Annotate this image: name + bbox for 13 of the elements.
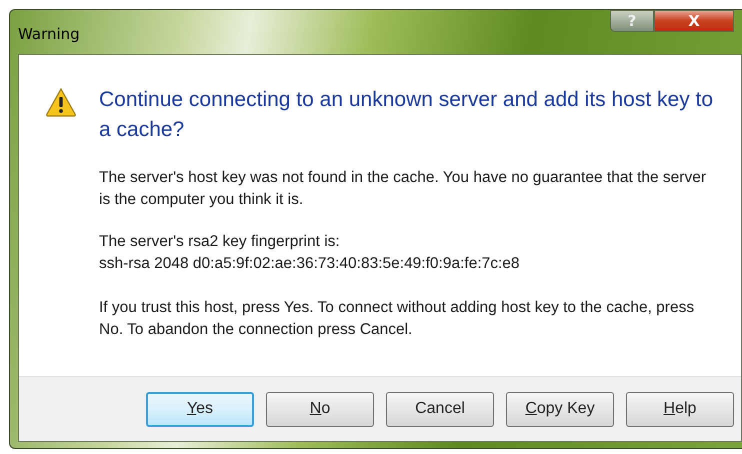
dialog-button[interactable]: Copy Key: [506, 392, 614, 426]
close-button[interactable]: X: [654, 10, 734, 32]
instructions-text: If you trust this host, press Yes. To connect without adding host key to the cache, press No. To abandon the connection press Cancel.: [99, 298, 696, 340]
dialog-button[interactable]: No: [266, 392, 374, 426]
fingerprint-label: The server's rsa2 key fingerprint is:: [99, 232, 341, 252]
message-text: The server's host key was not found in the cache. You have no guarantee that the server is the computer you think it is.: [99, 168, 707, 210]
fingerprint-text: ssh-rsa 2048 d0:a5:9f:02:ae:36:73:40:83:5e:49:f0:9a:fe:7c:e8: [99, 254, 521, 274]
warning-icon: [45, 87, 77, 117]
window-title: Warning: [18, 25, 80, 43]
dialog-heading: Continue connecting to an unknown server and add its host key to a cache?: [99, 87, 714, 143]
dialog-button[interactable]: Cancel: [386, 392, 494, 426]
dialog-button[interactable]: Help: [626, 392, 734, 426]
dialog-button[interactable]: Yes: [146, 392, 254, 426]
